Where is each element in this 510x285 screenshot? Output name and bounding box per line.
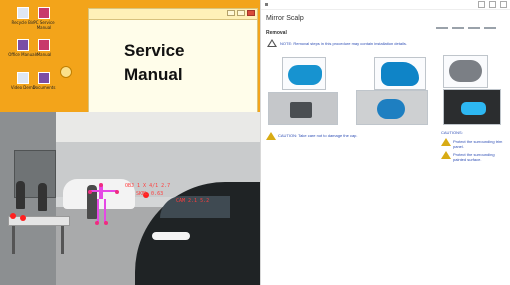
skeleton-left-leg (97, 199, 99, 222)
desktop-icon-label: Manual (36, 52, 52, 57)
document-title: Mirror Scalp (266, 15, 304, 22)
note-warning-icon (267, 39, 277, 47)
tracking-marker (10, 213, 16, 219)
work-bench (8, 216, 70, 226)
viewer-titlebar (261, 0, 510, 10)
caution-heading: CAUTIONS: (441, 130, 463, 135)
skeleton-joint (88, 190, 92, 194)
mirror-cap-image-6[interactable] (443, 89, 501, 125)
camera-feed: OBJ 1 X 4/1 2.7 SKEL 0.63 CAM 2.1 5.2 (0, 112, 260, 285)
close-button[interactable] (247, 10, 255, 16)
desktop-icon-documents[interactable]: Documents (27, 72, 61, 90)
mirror-cap-shape (290, 102, 312, 118)
worker-silhouette (38, 183, 47, 211)
overlay-text: OBJ 1 X 4/1 2.7 (125, 183, 171, 189)
tracking-marker (20, 215, 26, 221)
skeleton-joint (104, 221, 108, 225)
mirror-cap-shape (288, 65, 322, 85)
mirror-cap-image-2[interactable] (374, 57, 426, 90)
maximize-button[interactable] (489, 1, 496, 8)
close-button[interactable] (500, 1, 507, 8)
document-icon (38, 72, 50, 84)
toolbar-button[interactable] (484, 27, 496, 29)
caution-text: Protect the surrounding painted surface. (453, 152, 495, 162)
caution-icon (441, 138, 451, 146)
skeleton-right-leg (104, 199, 106, 222)
skeleton-joint (99, 183, 103, 187)
window-controls (227, 10, 255, 16)
mirror-cap-shape (377, 99, 405, 119)
mirror-cap-shape (381, 62, 419, 86)
folder-icon (38, 7, 50, 19)
skeleton-joint (115, 190, 119, 194)
maximize-button[interactable] (237, 10, 245, 16)
app-icon (265, 3, 268, 6)
overlay-text: CAM 2.1 5.2 (176, 198, 210, 204)
desktop-icon-service-manual[interactable]: PC Service Manual (27, 7, 61, 30)
car-headlight (152, 232, 190, 240)
bench-leg (12, 226, 15, 254)
document-section-title: Removal (266, 30, 287, 36)
mirror-cap-shape (461, 102, 486, 115)
worker-silhouette (16, 181, 25, 209)
bench-leg (61, 226, 64, 254)
desktop-icon-label: PC Service Manual (33, 20, 55, 30)
mirror-cap-shape (449, 60, 482, 82)
desktop-icon-label: Documents (32, 85, 56, 90)
left-wall (0, 112, 56, 285)
caution-text: Protect the surrounding trim panel. (453, 139, 503, 149)
mirror-cap-image-4[interactable] (268, 92, 338, 125)
desktop-icon-manual[interactable]: Manual (27, 39, 61, 57)
clock-icon (60, 66, 72, 78)
service-manual-label: Service Manual (124, 41, 185, 84)
toolbar-button[interactable] (468, 27, 480, 29)
caution-icon (441, 151, 451, 159)
minimize-button[interactable] (227, 10, 235, 16)
minimize-button[interactable] (478, 1, 485, 8)
mirror-cap-image-5[interactable] (356, 90, 428, 125)
toolbar-button[interactable] (452, 27, 464, 29)
window-controls (478, 1, 507, 8)
document-toolbar (436, 27, 496, 29)
mirror-cap-image-3[interactable] (443, 55, 488, 88)
overlay-text: SKEL 0.63 (136, 191, 164, 197)
document-note: NOTE: Removal steps in this procedure ma… (280, 41, 407, 46)
skeleton-torso (99, 185, 103, 199)
skeleton-joint (95, 221, 99, 225)
mirror-cap-image-1[interactable] (282, 57, 326, 90)
service-manual-titlebar[interactable] (89, 9, 257, 20)
caution-icon (266, 132, 276, 140)
caution-text: CAUTION: Take care not to damage the cap… (278, 133, 358, 138)
toolbar-button[interactable] (436, 27, 448, 29)
folder-icon (38, 39, 50, 51)
